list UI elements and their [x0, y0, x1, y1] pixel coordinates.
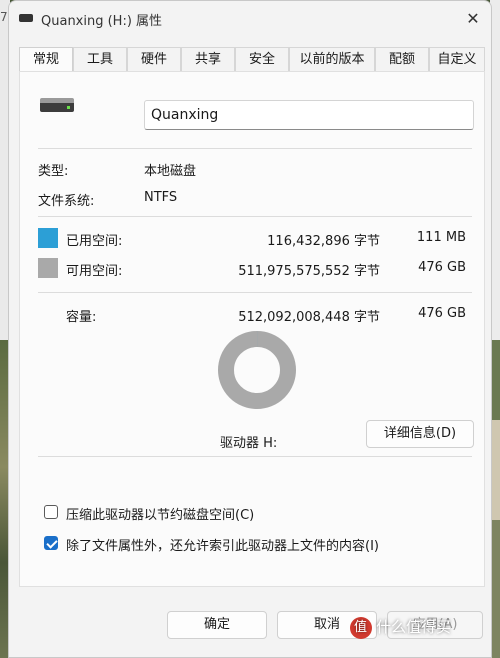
tab-quota[interactable]: 配额: [375, 47, 429, 71]
filesystem-label: 文件系统:: [38, 194, 95, 209]
disk-usage-donut: [218, 331, 296, 409]
ok-button[interactable]: 确定: [167, 611, 267, 639]
filesystem-value: NTFS: [144, 190, 178, 205]
tab-general[interactable]: 常规: [19, 47, 73, 73]
watermark-text: 什么值得买: [376, 618, 452, 636]
type-label: 类型:: [38, 164, 69, 179]
general-tab-panel: 类型: 本地磁盘 文件系统: NTFS 已用空间: 116,432,896 字节…: [19, 71, 485, 587]
window-title: Quanxing (H:) 属性: [41, 14, 163, 29]
compress-label[interactable]: 压缩此驱动器以节约磁盘空间(C): [66, 504, 254, 523]
properties-dialog: Quanxing (H:) 属性 ✕ 常规 工具 硬件 共享 安全 以前的版本 …: [8, 0, 492, 658]
divider: [38, 148, 472, 149]
tab-customize[interactable]: 自定义: [429, 47, 485, 71]
capacity-label: 容量:: [66, 310, 97, 325]
tab-tools[interactable]: 工具: [73, 47, 127, 71]
used-space-label: 已用空间:: [66, 234, 123, 249]
tab-strip: 常规 工具 硬件 共享 安全 以前的版本 配额 自定义: [19, 47, 485, 73]
background-text-fragment: 7: [0, 10, 8, 24]
used-space-size: 111 MB: [416, 230, 466, 245]
details-button[interactable]: 详细信息(D): [366, 420, 474, 448]
capacity-size: 476 GB: [418, 306, 466, 321]
tab-sharing[interactable]: 共享: [181, 47, 235, 71]
donut-free-arc: [218, 331, 296, 409]
divider: [38, 216, 472, 217]
index-label[interactable]: 除了文件属性外，还允许索引此驱动器上文件的内容(I): [66, 535, 379, 554]
tab-hardware[interactable]: 硬件: [127, 47, 181, 71]
drive-letter-label: 驱动器 H:: [220, 436, 278, 451]
volume-name-input[interactable]: [144, 100, 474, 130]
index-checkbox[interactable]: [44, 536, 58, 550]
used-space-bytes: 116,432,896 字节: [267, 234, 380, 249]
drive-title-icon: [19, 14, 33, 22]
watermark-logo-icon: [350, 615, 372, 641]
title-bar[interactable]: Quanxing (H:) 属性 ✕: [9, 1, 491, 39]
free-space-bytes: 511,975,575,552 字节: [238, 264, 380, 279]
divider: [38, 292, 472, 293]
divider: [38, 456, 472, 457]
free-space-size: 476 GB: [418, 260, 466, 275]
drive-icon: [40, 98, 74, 112]
free-space-label: 可用空间:: [66, 264, 123, 279]
capacity-bytes: 512,092,008,448 字节: [238, 310, 380, 325]
tab-previous-versions[interactable]: 以前的版本: [289, 47, 375, 71]
close-button[interactable]: ✕: [455, 3, 491, 35]
compress-checkbox[interactable]: [44, 505, 58, 519]
type-value: 本地磁盘: [144, 164, 197, 179]
watermark: 什么值得买: [350, 614, 452, 641]
tab-security[interactable]: 安全: [235, 47, 289, 71]
free-space-swatch: [38, 258, 58, 278]
used-space-swatch: [38, 228, 58, 248]
